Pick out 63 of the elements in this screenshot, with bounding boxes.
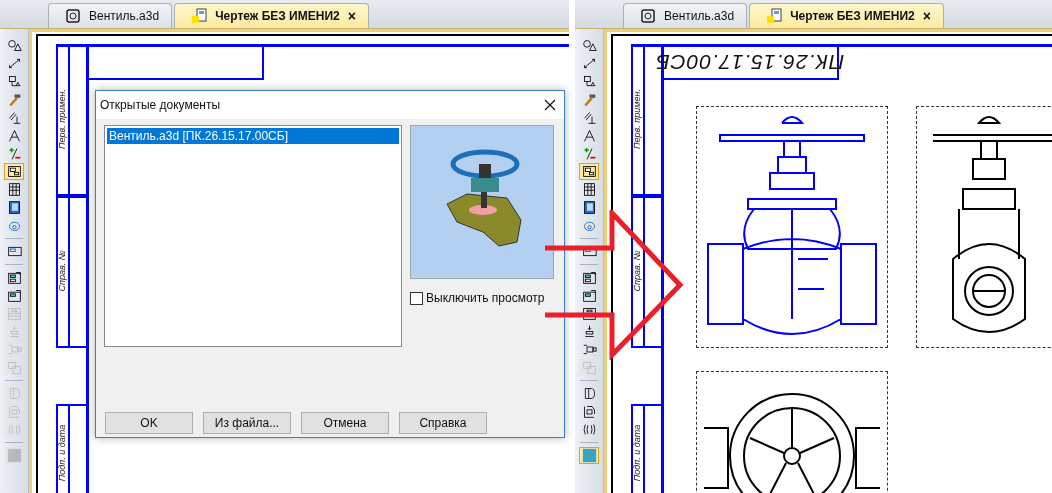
- margin-label: Справ. №: [57, 249, 67, 294]
- designation-text: ПК.26.15.17.00СБ: [655, 50, 845, 74]
- wrench-icon: [581, 448, 597, 463]
- align-icon: [581, 342, 597, 357]
- views-icon: [6, 270, 22, 285]
- model-file-icon: [640, 8, 656, 24]
- cutaway-icon: [6, 404, 22, 419]
- dialog-button[interactable]: Из файла...: [203, 412, 291, 434]
- checkbox[interactable]: [410, 291, 423, 305]
- dimension-icon: [581, 56, 597, 71]
- hammer-icon: [581, 92, 597, 107]
- brackets-icon: [6, 422, 22, 437]
- disable-preview-checkbox[interactable]: Выключить просмотр: [410, 291, 554, 305]
- sheet-icon: [581, 200, 597, 215]
- document-list-item[interactable]: Вентиль.a3d [ПК.26.15.17.00СБ]: [107, 128, 399, 144]
- sheet-icon: [6, 200, 22, 215]
- margin-label: Подп. и дата: [632, 423, 642, 484]
- view-add-icon: [581, 288, 597, 303]
- copy-icon: [6, 360, 22, 375]
- window-icon: [6, 244, 22, 259]
- table-icon: [6, 182, 22, 197]
- tab-close-button[interactable]: ×: [347, 8, 356, 24]
- roughness-icon: [6, 74, 22, 89]
- circle-triangle-icon: [581, 38, 597, 53]
- view-frame-icon: [6, 164, 22, 179]
- compass-icon: [581, 128, 597, 143]
- close-icon[interactable]: [544, 99, 556, 111]
- dialog-button[interactable]: OK: [105, 412, 193, 434]
- model-file-icon: [65, 8, 81, 24]
- dimension-icon: [6, 56, 22, 71]
- toolbar-button[interactable]: [4, 163, 24, 180]
- dialog-title: Открытые документы: [100, 98, 221, 112]
- document-tab[interactable]: Чертеж БЕЗ ИМЕНИ2 ×: [749, 3, 944, 28]
- margin-label: Подп. и дата: [57, 423, 67, 484]
- margin-label: Перв. примен.: [632, 88, 642, 151]
- circle-triangle-icon: [6, 38, 22, 53]
- roughness-icon: [581, 74, 597, 89]
- frame-icon: [581, 306, 597, 321]
- document-tab[interactable]: Чертеж БЕЗ ИМЕНИ2 ×: [174, 3, 369, 28]
- compass-icon: [6, 128, 22, 143]
- drawing-file-icon: [766, 8, 783, 24]
- wrench-icon: [6, 448, 22, 463]
- views-icon: [581, 270, 597, 285]
- hammer-icon: [6, 92, 22, 107]
- table-icon: [581, 182, 597, 197]
- drawing-file-icon: [191, 8, 208, 24]
- toolbar-button[interactable]: [579, 163, 599, 180]
- brackets-icon: [581, 422, 597, 437]
- tab-close-button[interactable]: ×: [922, 8, 931, 24]
- document-tab[interactable]: Вентиль.a3d: [48, 3, 173, 28]
- parallel-lines-icon: [6, 110, 22, 125]
- parallel-lines-icon: [581, 110, 597, 125]
- cutaway-icon: [581, 404, 597, 419]
- margin-label: Перв. примен.: [57, 88, 67, 151]
- document-tab[interactable]: Вентиль.a3d: [623, 3, 748, 28]
- dialog-button[interactable]: Справка: [399, 412, 487, 434]
- view-add-icon: [6, 288, 22, 303]
- align-icon: [6, 342, 22, 357]
- copy-icon: [581, 360, 597, 375]
- margin-label: Справ. №: [632, 249, 642, 294]
- dialog-button[interactable]: Отмена: [301, 412, 389, 434]
- view-frame-icon: [581, 164, 597, 179]
- frame-icon: [6, 306, 22, 321]
